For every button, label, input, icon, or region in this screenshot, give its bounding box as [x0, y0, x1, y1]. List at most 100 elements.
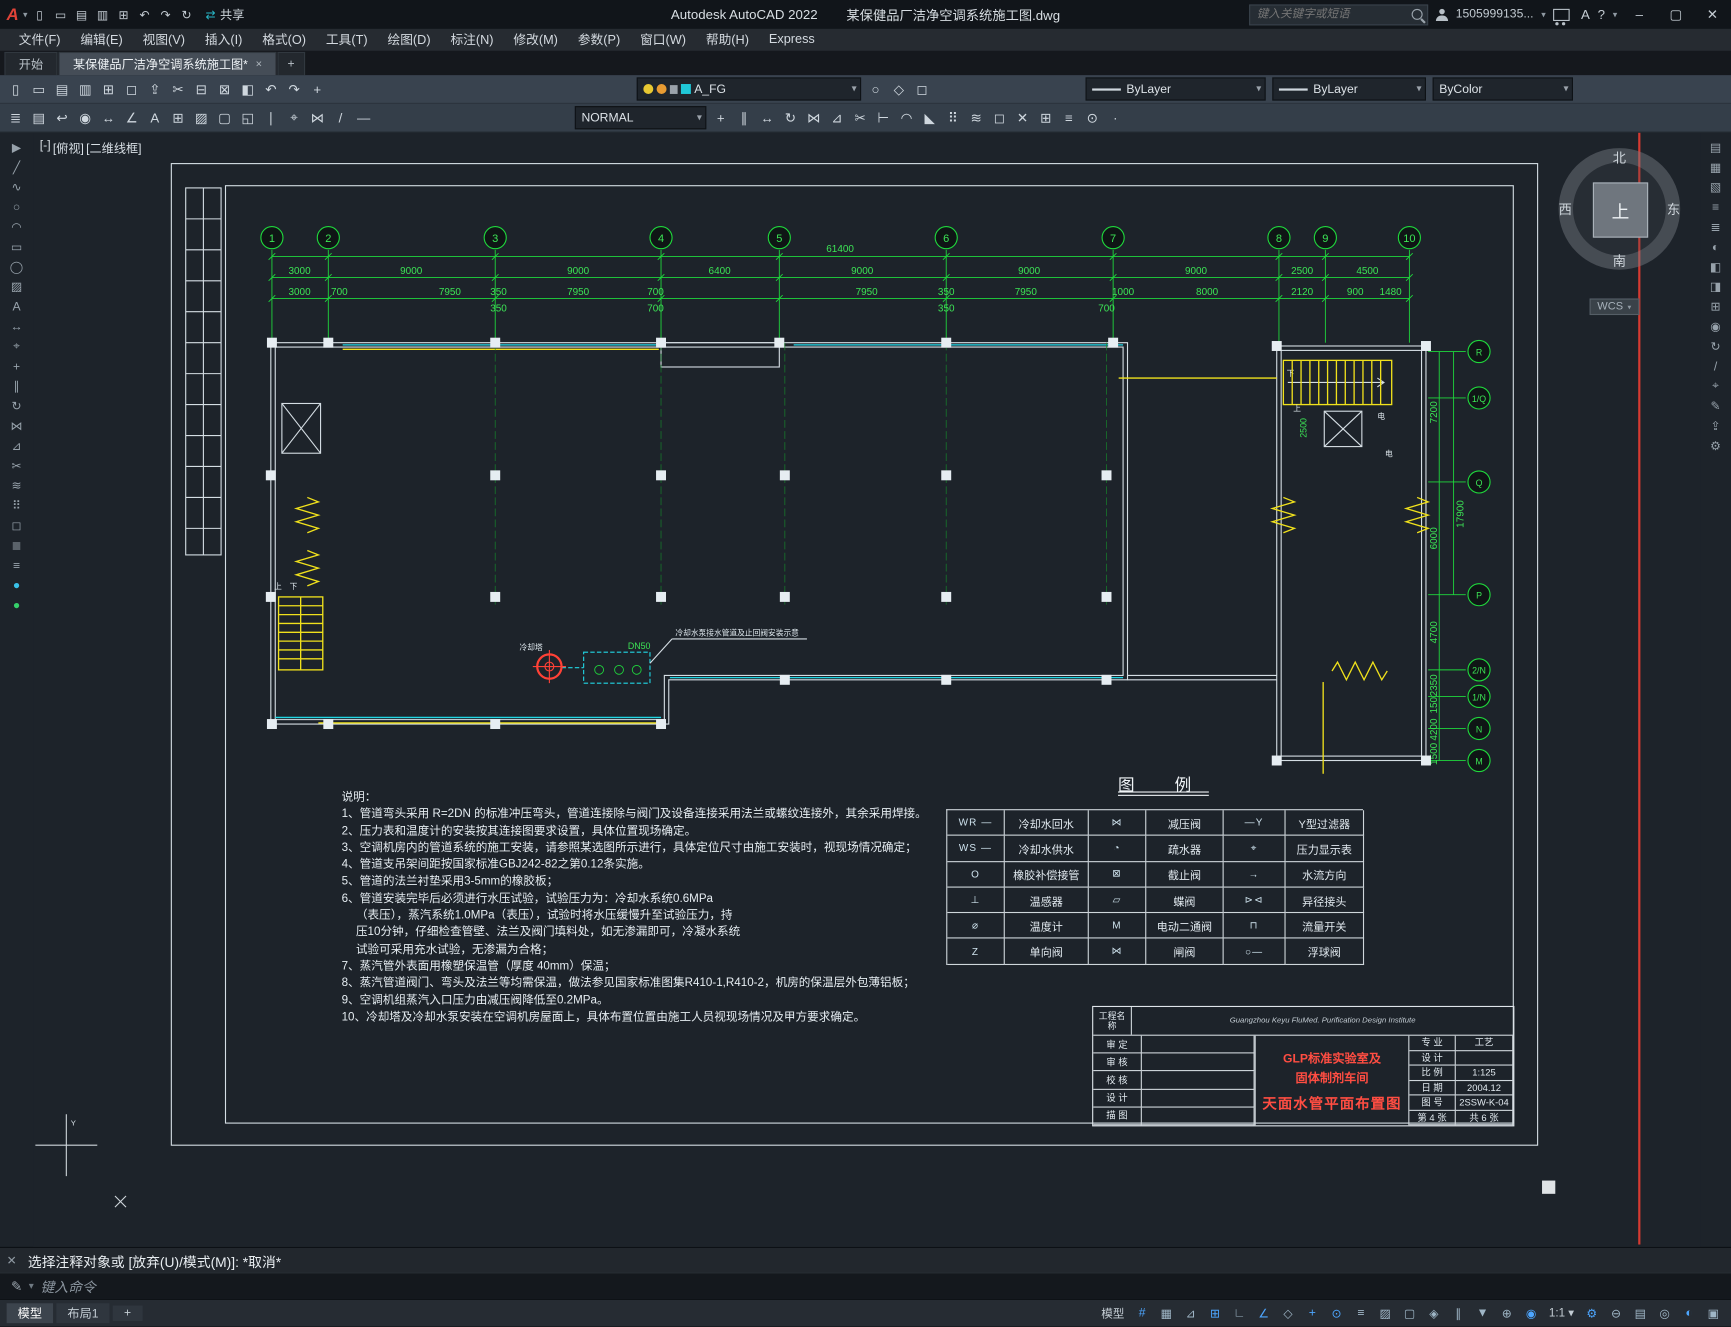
redo-icon[interactable]: ↷	[156, 4, 176, 24]
cut-icon[interactable]: ✂	[167, 78, 189, 100]
copy-clip-icon[interactable]: ⊟	[190, 78, 212, 100]
dim-angular-icon[interactable]: ∠	[120, 107, 142, 129]
lengthen-icon[interactable]: —	[353, 107, 375, 129]
paste-icon[interactable]: ⊠	[213, 78, 235, 100]
maximize-button[interactable]: ▢	[1661, 7, 1690, 22]
save-all-icon[interactable]: ▥	[74, 78, 96, 100]
refresh-icon[interactable]: ↻	[177, 4, 197, 24]
app-menu-caret-icon[interactable]: ▾	[23, 9, 27, 19]
menu-item[interactable]: 窗口(W)	[630, 31, 696, 49]
undo-icon[interactable]: ↶	[260, 78, 282, 100]
trim-icon[interactable]: ✂	[849, 107, 871, 129]
annotation-scale-icon[interactable]: 1:1 ▾	[1544, 1303, 1578, 1323]
help-icon[interactable]: ?	[1598, 7, 1605, 22]
materials-icon[interactable]: ◧	[1706, 259, 1726, 276]
search-icon[interactable]	[1411, 8, 1423, 20]
erase-icon[interactable]: ◻	[988, 107, 1010, 129]
new-tab-button[interactable]: +	[277, 51, 305, 76]
ortho-mode-icon[interactable]: ∟	[1228, 1303, 1250, 1323]
command-recent-caret-icon[interactable]: ▾	[29, 1280, 34, 1292]
menu-item[interactable]: 标注(N)	[441, 31, 504, 49]
undo-icon[interactable]: ↶	[135, 4, 155, 24]
render-icon[interactable]: ◐	[1706, 239, 1726, 256]
viewcube-top-face[interactable]: 上	[1592, 182, 1649, 238]
align-icon[interactable]: ≡	[1058, 107, 1080, 129]
minimize-button[interactable]: –	[1625, 7, 1654, 22]
save-icon[interactable]: ▤	[51, 78, 73, 100]
menu-item[interactable]: 修改(M)	[503, 31, 567, 49]
palette-blue-icon[interactable]: ●	[7, 577, 27, 594]
sheet-set-icon[interactable]: ▤	[1706, 139, 1726, 156]
menu-item[interactable]: 工具(T)	[316, 31, 378, 49]
plot-icon[interactable]: ⊞	[97, 78, 119, 100]
orbit-icon[interactable]: ↻	[1706, 338, 1726, 355]
mirror-icon[interactable]: ⋈	[803, 107, 825, 129]
viewport-minus-control[interactable]: [-]	[40, 139, 51, 157]
viewport-visual-style-control[interactable]: [二维线框]	[86, 139, 141, 157]
tool-palettes-icon[interactable]: ▧	[1706, 179, 1726, 196]
dimension-icon[interactable]: ↔	[7, 318, 27, 335]
plotstyle-dropdown[interactable]: ByColor	[1432, 77, 1573, 101]
workspace-switching-icon[interactable]: ⚙	[1581, 1303, 1603, 1323]
clean-screen-icon[interactable]: ▣	[1702, 1303, 1724, 1323]
transparency-icon[interactable]: ▨	[1374, 1303, 1396, 1323]
new-layout-button[interactable]: +	[112, 1305, 143, 1321]
menu-item[interactable]: Express	[759, 33, 825, 46]
markup-icon[interactable]: ✎	[1706, 398, 1726, 415]
layer-lock-icon[interactable]: ◻	[911, 78, 933, 100]
layer-freeze-icon[interactable]: ◇	[888, 78, 910, 100]
plot-icon[interactable]: ⊞	[114, 4, 134, 24]
section-icon[interactable]: /	[1706, 358, 1726, 375]
dynamic-input-icon[interactable]: ⊞	[1204, 1303, 1226, 1323]
hatch-tool-icon[interactable]: ▨	[190, 107, 212, 129]
snap-mode-icon[interactable]: ▦	[1155, 1303, 1177, 1323]
redo-icon[interactable]: ↷	[283, 78, 305, 100]
chamfer-icon[interactable]: ◣	[919, 107, 941, 129]
table-icon[interactable]: ⊞	[167, 107, 189, 129]
close-commandline-icon[interactable]: ✕	[7, 1253, 17, 1267]
offset-icon[interactable]: ≋	[965, 107, 987, 129]
move-icon[interactable]: +	[710, 107, 732, 129]
viewcube-north-label[interactable]: 北	[1613, 148, 1626, 167]
wcs-selector[interactable]: WCS ▾	[1589, 298, 1640, 316]
save-icon[interactable]: ▤	[72, 4, 92, 24]
menu-item[interactable]: 视图(V)	[133, 31, 195, 49]
views-icon[interactable]: ⊞	[1706, 298, 1726, 315]
circle-icon[interactable]: ○	[7, 199, 27, 216]
viewcube-south-label[interactable]: 南	[1613, 251, 1626, 270]
properties-icon[interactable]: ≡	[7, 557, 27, 574]
layers-icon[interactable]: ≣	[7, 537, 27, 554]
rectangle-icon[interactable]: ▭	[7, 239, 27, 256]
fillet-icon[interactable]: ◠	[895, 107, 917, 129]
close-button[interactable]: ✕	[1698, 7, 1727, 22]
rotate-icon[interactable]: ↻	[779, 107, 801, 129]
line-icon[interactable]: ╱	[7, 159, 27, 176]
drawing-canvas[interactable]: Y 1 2 3 4 5 6 7 8 9 10 61400 3000 9000 9000 6400 9000 90…	[33, 132, 1701, 1247]
palettes-icon[interactable]: ▦	[1706, 159, 1726, 176]
save-as-icon[interactable]: ▥	[93, 4, 113, 24]
share-button[interactable]: ⇄ 共享	[205, 6, 244, 24]
region-icon[interactable]: ◱	[237, 107, 259, 129]
qnew-icon[interactable]: ▯	[4, 78, 26, 100]
point-style-icon[interactable]: ·	[1104, 107, 1126, 129]
menu-item[interactable]: 文件(F)	[9, 31, 71, 49]
viewcube-east-label[interactable]: 东	[1667, 200, 1680, 219]
viewcube-west-label[interactable]: 西	[1559, 200, 1572, 219]
pan-icon[interactable]: +	[306, 78, 328, 100]
layer-previous-icon[interactable]: ↩	[51, 107, 73, 129]
menu-item[interactable]: 格式(O)	[252, 31, 316, 49]
layer-off-icon[interactable]: ○	[864, 78, 886, 100]
layer-icon[interactable]: ≣	[1706, 219, 1726, 236]
isodraft-icon[interactable]: ◇	[1277, 1303, 1299, 1323]
mirror-icon[interactable]: ⋈	[7, 418, 27, 435]
visual-styles-icon[interactable]: ◨	[1706, 279, 1726, 296]
viewcube[interactable]: 上 北 南 西 东	[1550, 139, 1689, 278]
break-icon[interactable]: /	[329, 107, 351, 129]
viewport-view-control[interactable]: [俯视]	[53, 139, 84, 157]
move-icon[interactable]: +	[7, 358, 27, 375]
search-box[interactable]	[1248, 3, 1429, 25]
array-icon[interactable]: ⠿	[7, 497, 27, 514]
qnew-icon[interactable]: ▯	[30, 4, 50, 24]
hatch-icon[interactable]: ▨	[7, 279, 27, 296]
selection-filtering-icon[interactable]: ▼	[1472, 1303, 1494, 1323]
